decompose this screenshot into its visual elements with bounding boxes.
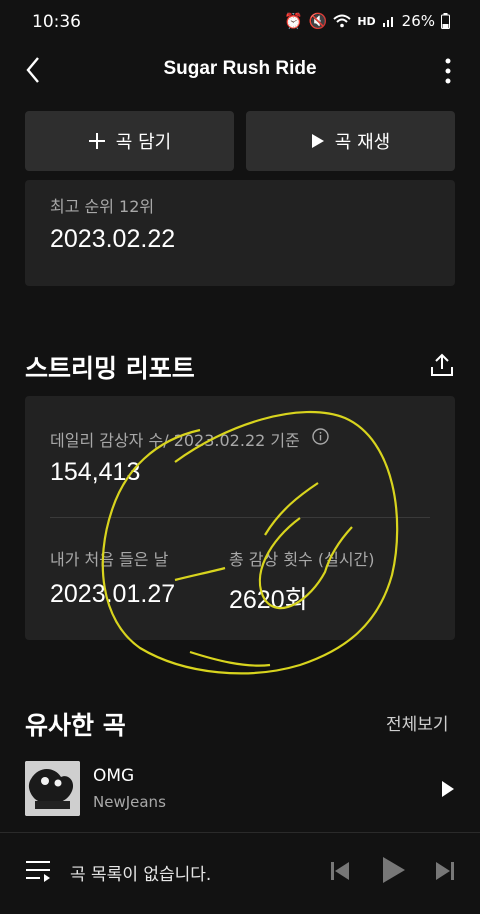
alarm-icon: ⏰ <box>283 12 303 30</box>
play-song-label: 곡 재생 <box>334 132 391 153</box>
playlist-icon[interactable] <box>25 859 51 883</box>
song-title: OMG <box>93 766 135 786</box>
streaming-report-title: 스트리밍 리포트 <box>25 354 195 383</box>
similar-song-item[interactable]: OMG NewJeans <box>25 761 455 817</box>
similar-songs-title: 유사한 곡 <box>25 711 126 740</box>
plus-icon <box>88 133 105 149</box>
play-song-button[interactable]: 곡 재생 <box>246 111 455 171</box>
album-art <box>25 761 80 816</box>
report-divider <box>50 517 430 518</box>
status-icons: ⏰ 🔇 HD 26% <box>284 12 450 30</box>
daily-listeners-value: 154,413 <box>50 458 141 486</box>
chart-date: 2023.02.22 <box>50 225 176 253</box>
page-title: Sugar Rush Ride <box>163 58 317 79</box>
first-listen-label: 내가 처음 들은 날 <box>50 550 169 569</box>
wifi-icon <box>333 14 351 28</box>
total-plays-label: 총 감상 횟수 (실시간) <box>229 550 375 569</box>
song-play-icon[interactable] <box>441 780 455 798</box>
play-icon <box>311 134 324 148</box>
previous-track-icon[interactable] <box>330 860 350 882</box>
info-icon[interactable] <box>312 428 329 445</box>
status-bar: 10:36 ⏰ 🔇 HD 26% <box>0 0 480 44</box>
status-time: 10:36 <box>32 12 81 32</box>
album-art-graphic <box>25 761 80 816</box>
first-listen-value: 2023.01.27 <box>50 580 176 608</box>
total-plays-value: 2620회 <box>229 586 308 614</box>
player-play-icon[interactable] <box>381 855 407 885</box>
next-track-icon[interactable] <box>435 860 455 882</box>
daily-listeners-label: 데일리 감상자 수/ 2023.02.22 기준 <box>50 431 300 450</box>
add-song-label: 곡 담기 <box>115 132 172 153</box>
see-all-link[interactable]: 전체보기 <box>386 710 449 735</box>
battery-percent: 26% <box>401 12 435 30</box>
battery-icon <box>441 13 450 29</box>
peak-rank-label: 최고 순위 12위 <box>50 197 155 216</box>
network-label: HD <box>357 14 376 28</box>
add-song-button[interactable]: 곡 담기 <box>25 111 234 171</box>
mute-icon: 🔇 <box>308 12 328 30</box>
share-icon[interactable] <box>429 352 455 378</box>
song-artist: NewJeans <box>93 793 166 811</box>
player-status-text: 곡 목록이 없습니다. <box>70 865 212 885</box>
more-options-icon[interactable] <box>438 56 458 86</box>
signal-icon <box>382 17 393 27</box>
mini-player: 곡 목록이 없습니다. <box>0 832 480 914</box>
